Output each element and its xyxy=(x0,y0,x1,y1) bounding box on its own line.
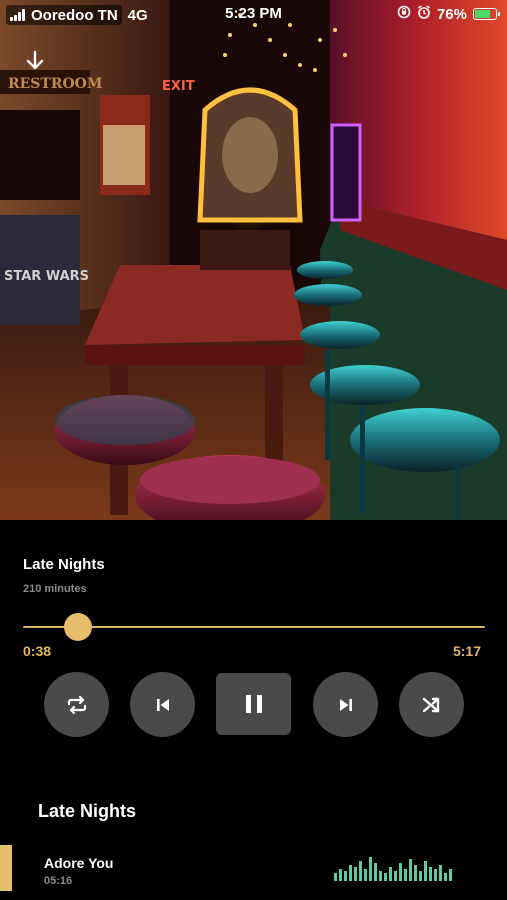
equalizer-bar xyxy=(379,871,382,881)
battery-charging-icon xyxy=(473,8,500,20)
svg-text:STAR WARS: STAR WARS xyxy=(4,269,89,284)
now-playing-row[interactable]: Adore You 05:16 xyxy=(0,845,507,891)
shuffle-button[interactable] xyxy=(399,672,464,737)
elapsed-time: 0:38 xyxy=(23,643,52,659)
skip-back-icon xyxy=(156,698,169,711)
repeat-button[interactable] xyxy=(44,672,109,737)
equalizer-bar xyxy=(419,871,422,881)
progress-slider[interactable] xyxy=(23,613,485,641)
equalizer-bar xyxy=(349,865,352,881)
equalizer-bar xyxy=(429,867,432,881)
equalizer-bar xyxy=(394,871,397,881)
equalizer-bar xyxy=(449,869,452,881)
equalizer-bar xyxy=(434,869,437,881)
arrow-down-icon xyxy=(26,50,44,70)
download-button[interactable] xyxy=(20,46,50,76)
status-bar: Ooredoo TN 4G 5:23 PM 76% xyxy=(0,0,507,28)
equalizer-bar xyxy=(424,861,427,881)
equalizer-bar xyxy=(414,865,417,881)
equalizer-icon xyxy=(334,855,452,881)
now-playing-indicator xyxy=(0,845,12,891)
equalizer-bar xyxy=(399,863,402,881)
svg-text:EXIT: EXIT xyxy=(162,79,195,94)
playlist-title: Late Nights xyxy=(38,801,137,821)
equalizer-bar xyxy=(384,873,387,881)
progress-thumb[interactable] xyxy=(64,613,93,641)
playback-controls xyxy=(0,672,507,738)
next-button[interactable] xyxy=(313,672,378,737)
previous-button[interactable] xyxy=(130,672,195,737)
equalizer-bar xyxy=(344,871,347,881)
equalizer-bar xyxy=(409,859,412,881)
svg-text:RESTROOM: RESTROOM xyxy=(8,76,102,92)
track-title: Late Nights xyxy=(23,556,105,573)
equalizer-bar xyxy=(354,867,357,881)
pause-button[interactable] xyxy=(216,673,291,735)
shuffle-icon xyxy=(422,697,439,712)
hero-image: RESTROOM EXIT STAR WARS xyxy=(0,0,507,520)
alarm-icon xyxy=(417,5,431,23)
equalizer-bar xyxy=(404,869,407,881)
repeat-icon xyxy=(67,695,86,714)
song-title: Adore You xyxy=(44,855,114,871)
track-duration: 210 minutes xyxy=(23,583,87,595)
equalizer-bar xyxy=(444,873,447,881)
player-panel: Late Nights 210 minutes 0:38 5:17 Late N… xyxy=(0,520,507,900)
pause-icon xyxy=(245,695,262,713)
equalizer-bar xyxy=(334,873,337,881)
equalizer-bar xyxy=(374,863,377,881)
equalizer-bar xyxy=(364,869,367,881)
equalizer-bar xyxy=(439,865,442,881)
song-duration: 05:16 xyxy=(44,875,73,887)
equalizer-bar xyxy=(369,857,372,881)
skip-forward-icon xyxy=(339,698,352,711)
battery-percent: 76% xyxy=(436,5,467,23)
equalizer-bar xyxy=(359,861,362,881)
equalizer-bar xyxy=(339,869,342,881)
total-time: 5:17 xyxy=(452,643,481,659)
screen-rotation-lock-icon xyxy=(397,5,411,23)
equalizer-bar xyxy=(389,867,392,881)
